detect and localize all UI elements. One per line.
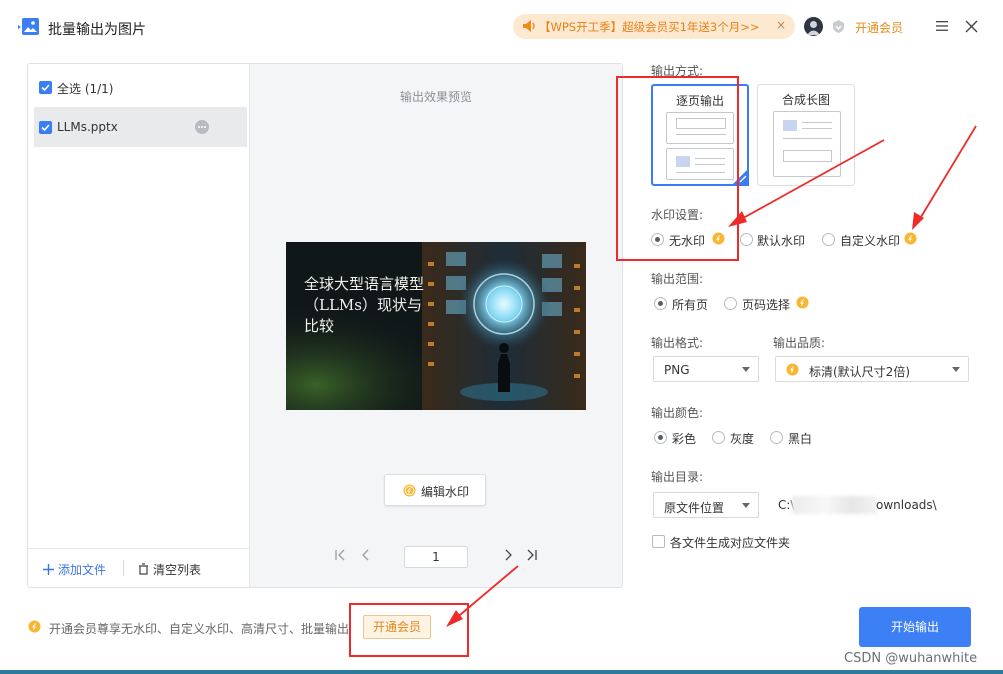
- file-list-footer: 添加文件 清空列表: [28, 548, 249, 587]
- format-select-value: PNG: [664, 363, 690, 377]
- page-number-input[interactable]: 1: [404, 546, 468, 568]
- coin-icon: [28, 620, 41, 633]
- output-dir-label: 输出目录:: [651, 470, 704, 484]
- watermark-custom-label[interactable]: 自定义水印: [840, 232, 900, 249]
- dir-path-end: ownloads\: [876, 498, 937, 512]
- chevron-down-icon: [742, 503, 750, 508]
- last-page-icon[interactable]: [526, 549, 538, 561]
- coin-icon: [786, 363, 799, 376]
- color-gray-radio[interactable]: [712, 431, 725, 444]
- main-panel: 全选 (1/1) LLMs.pptx 添加文件 清空列表 输出效果预览 全球大型…: [27, 63, 623, 588]
- clear-list-label[interactable]: 清空列表: [153, 563, 201, 577]
- file-name: LLMs.pptx: [57, 120, 118, 134]
- avatar[interactable]: [804, 17, 823, 36]
- subfolder-label[interactable]: 各文件生成对应文件夹: [670, 534, 790, 551]
- edit-watermark-button[interactable]: 编辑水印: [384, 474, 486, 506]
- more-options-icon[interactable]: [195, 120, 209, 134]
- add-file-button[interactable]: 添加文件: [43, 561, 106, 578]
- range-select-radio[interactable]: [724, 297, 737, 310]
- next-page-icon[interactable]: [502, 549, 514, 561]
- close-icon[interactable]: [965, 20, 978, 33]
- coin-icon: [904, 232, 917, 245]
- color-bw-label[interactable]: 黑白: [788, 430, 812, 447]
- open-vip-link[interactable]: 开通会员: [855, 19, 903, 36]
- trash-icon: [139, 563, 148, 575]
- vip-tip-text: 开通会员尊享无水印、自定义水印、高清尺寸、批量输出: [49, 622, 350, 636]
- output-quality-label: 输出品质:: [773, 336, 826, 350]
- watermark-default-radio[interactable]: [740, 233, 753, 246]
- window-title: 批量输出为图片: [48, 22, 146, 38]
- dir-select-value: 原文件位置: [664, 501, 725, 515]
- promo-text[interactable]: 【WPS开工季】超级会员买1年送3个月>>: [539, 19, 760, 35]
- color-bw-radio[interactable]: [770, 431, 783, 444]
- color-full-label[interactable]: 彩色: [672, 430, 696, 447]
- footer-divider: [123, 560, 124, 576]
- slide-preview: 全球大型语言模型（LLMs）现状与比较: [286, 242, 586, 410]
- coin-icon: [796, 296, 809, 309]
- vip-badge-icon: [833, 20, 844, 33]
- quality-select-value: 标清(默认尺寸2倍): [809, 365, 910, 379]
- color-full-radio[interactable]: [654, 431, 667, 444]
- first-page-icon[interactable]: [334, 549, 346, 561]
- range-all-label[interactable]: 所有页: [672, 296, 708, 313]
- annotation-box-mode: [616, 76, 739, 261]
- preview-panel: 输出效果预览 全球大型语言模型（LLMs）现状与比较 编辑水印 1: [250, 64, 622, 587]
- watermark-custom-radio[interactable]: [822, 233, 835, 246]
- output-color-label: 输出颜色:: [651, 406, 704, 420]
- title-bar: 批量输出为图片 【WPS开工季】超级会员买1年送3个月>> × 开通会员: [0, 0, 1003, 54]
- select-all-checkbox[interactable]: [39, 81, 52, 94]
- taskbar-edge: [0, 670, 1003, 674]
- menu-icon[interactable]: [936, 20, 948, 32]
- watermark-default-label[interactable]: 默认水印: [757, 232, 805, 249]
- slide-title: 全球大型语言模型（LLMs）现状与比较: [304, 275, 425, 335]
- range-all-radio[interactable]: [654, 297, 667, 310]
- long-image-thumb: [773, 111, 841, 177]
- image-export-icon: [18, 18, 39, 35]
- add-file-label[interactable]: 添加文件: [58, 563, 106, 577]
- select-all-label[interactable]: 全选 (1/1): [57, 80, 114, 97]
- coin-icon: [403, 484, 416, 497]
- color-gray-label[interactable]: 灰度: [730, 430, 754, 447]
- mode-card-long-image-label: 合成长图: [781, 93, 830, 107]
- path-redaction: [792, 496, 878, 514]
- mode-card-long-image[interactable]: 合成长图: [757, 84, 855, 186]
- pagination: 1: [250, 544, 622, 568]
- subfolder-checkbox[interactable]: [652, 535, 665, 548]
- output-range-label: 输出范围:: [651, 272, 704, 286]
- start-export-button[interactable]: 开始输出: [859, 607, 971, 647]
- format-select[interactable]: PNG: [653, 356, 759, 382]
- preview-title: 输出效果预览: [399, 90, 472, 104]
- speaker-icon: [523, 20, 535, 32]
- csdn-watermark: CSDN @wuhanwhite: [844, 651, 978, 666]
- plus-icon: [43, 564, 54, 575]
- clear-list-button[interactable]: 清空列表: [138, 561, 201, 578]
- edit-watermark-label[interactable]: 编辑水印: [421, 483, 469, 500]
- file-list-panel: 全选 (1/1) LLMs.pptx 添加文件 清空列表: [28, 64, 250, 587]
- file-list-item[interactable]: LLMs.pptx: [34, 107, 247, 147]
- dir-select[interactable]: 原文件位置: [653, 492, 759, 518]
- promo-close-icon[interactable]: ×: [776, 18, 786, 32]
- promo-banner[interactable]: 【WPS开工季】超级会员买1年送3个月>> ×: [513, 14, 795, 39]
- chevron-down-icon: [952, 367, 960, 372]
- file-checkbox[interactable]: [39, 121, 52, 134]
- chevron-down-icon: [742, 367, 750, 372]
- output-format-label: 输出格式:: [651, 336, 704, 350]
- range-select-label[interactable]: 页码选择: [742, 296, 790, 313]
- prev-page-icon[interactable]: [360, 549, 372, 561]
- quality-select[interactable]: 标清(默认尺寸2倍): [775, 356, 969, 382]
- annotation-box-vip: [349, 603, 469, 657]
